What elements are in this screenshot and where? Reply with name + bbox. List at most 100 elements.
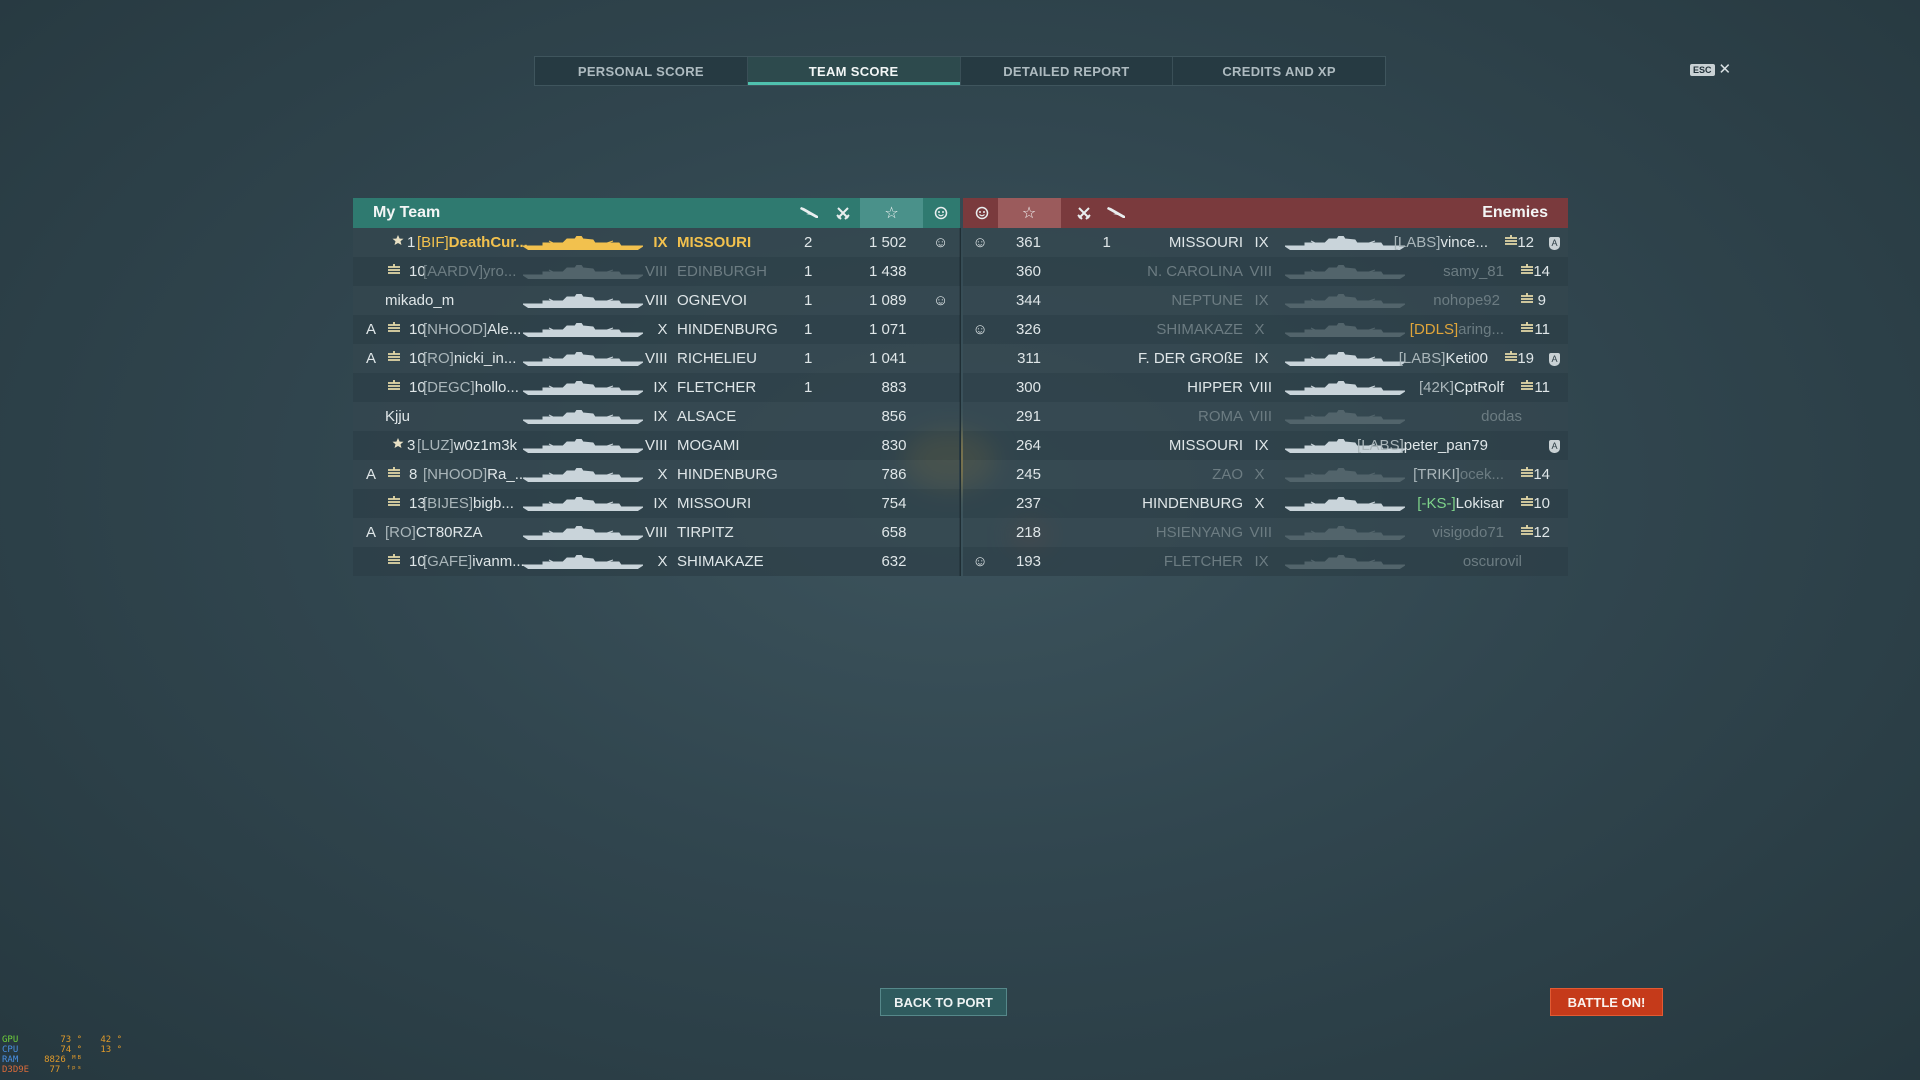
player-name-text: nicki_in... [453,350,517,367]
service-rank-icon [391,235,405,245]
tab-personal-score[interactable]: PERSONAL SCORE [535,57,748,85]
smiley-icon: ☺ [933,292,949,309]
score-value: 344 [1015,292,1041,309]
clan-tag: [AARDV] [423,263,484,280]
ship-name: HIPPER [1187,379,1243,396]
team-score-board: My Team ☆ ☆ Enemies 1 [BIF]DeathCur... IX M… [353,198,1568,576]
player-name: oscurovil [1463,547,1522,576]
player-name: [NHOOD]Ale... [423,315,521,344]
enemy-row[interactable]: ☺ 326 SHIMAKAZE X [DDLS]aring... 11 [962,315,1568,344]
ship-name: FLETCHER [1163,553,1243,570]
osd-line: D3D9E 77 ᶠᵖˢ [2,1065,122,1075]
smiley-icon[interactable] [928,198,954,228]
score-value: 1 089 [868,292,907,309]
osd-value: 8826 ᴹᴮ [44,1055,82,1065]
my-team-row[interactable]: 10 [GAFE]ivanm... X SHIMAKAZE 632 [353,547,960,576]
back-to-port-button[interactable]: BACK TO PORT [880,988,1007,1016]
score-star-icon[interactable]: ☆ [860,198,923,228]
ship-silhouette [1282,351,1407,367]
score-value: 300 [1015,379,1041,396]
close-icon: ✕ [1718,61,1732,78]
osd-value: 74 ° [60,1045,82,1055]
enemy-row[interactable]: 218 HSIENYANG VIII visigodo71 12 [962,518,1568,547]
my-team-row[interactable]: Kjju IX ALSACE 856 [353,402,960,431]
my-team-row[interactable]: 10 [AARDV]yro... VIII EDINBURGH 1 1 438 [353,257,960,286]
my-team-row[interactable]: A 10 [RO]nicki_in... VIII RICHELIEU 1 1 041 [353,344,960,373]
rank-badge-icon: A [1549,228,1560,257]
ship-silhouette [521,322,645,338]
tab-credits-and-xp[interactable]: CREDITS AND XP [1173,57,1385,85]
my-team-row[interactable]: A 8 [NHOOD]Ra_... X HINDENBURG 786 [353,460,960,489]
rank-badge-icon: A [1549,431,1560,460]
battle-on-button[interactable]: BATTLE ON! [1550,988,1663,1016]
score-value: 360 [1015,263,1041,280]
player-name-text: ivanm... [472,553,525,570]
ship-silhouette [521,467,645,483]
osd-line: RAM 8826 ᴹᴮ [2,1055,122,1065]
player-name-text: Lokisar [1455,495,1504,512]
score-rows: 1 [BIF]DeathCur... IX MISSOURI 2 1 502 ☺ ☺ 361 1 M… [353,228,1568,576]
ship-silhouette [1282,496,1407,512]
ship-name: MISSOURI [1168,234,1243,251]
score-value: 883 [881,379,907,396]
service-rank-icon [1504,351,1518,361]
my-team-row[interactable]: mikado_m VIII OGNEVOI 1 1 089 ☺ [353,286,960,315]
player-name: [AARDV]yro... [423,257,516,286]
ship-tier: VIII [644,350,668,367]
my-team-row[interactable]: A 10 [NHOOD]Ale... X HINDENBURG 1 1 071 [353,315,960,344]
ship-tier: VIII [1249,408,1273,425]
osd-line: GPU 73 ° 42 ° [2,1035,122,1045]
plane-icon[interactable] [1103,198,1129,228]
crossed-swords-icon[interactable] [830,198,856,228]
score-star-icon[interactable]: ☆ [997,198,1061,228]
ship-name: FLETCHER [677,379,757,396]
ship-silhouette [1282,525,1407,541]
my-team-row[interactable]: A [RO]CT80RZA VIII TIRPITZ 658 [353,518,960,547]
enemy-row[interactable]: 264 MISSOURI IX [LABS]peter_pan79 A [962,431,1568,460]
rank-badge-icon: A [366,350,377,367]
enemy-row[interactable]: 300 HIPPER VIII [42K]CptRolf 11 [962,373,1568,402]
ship-name: MOGAMI [677,437,740,454]
enemy-row[interactable]: 360 N. CAROLINA VIII samy_81 14 [962,257,1568,286]
ship-silhouette [521,554,645,570]
my-team-row[interactable]: 3 [LUZ]w0z1m3k VIII MOGAMI 830 [353,431,960,460]
kills-value: 1 [804,292,813,309]
ship-silhouette [1282,293,1407,309]
ship-silhouette [521,380,645,396]
player-name-text: bigb... [473,495,514,512]
enemy-row[interactable]: 344 NEPTUNE IX nohope92 9 [962,286,1568,315]
player-name-text: dodas [1481,408,1522,425]
enemy-row[interactable]: ☺ 193 FLETCHER IX oscurovil [962,547,1568,576]
score-value: 786 [881,466,907,483]
crossed-swords-icon[interactable] [1071,198,1097,228]
tab-team-score[interactable]: TEAM SCORE [747,57,961,85]
smiley-icon[interactable] [969,198,995,228]
close-button[interactable]: ESC ✕ [1690,61,1732,78]
player-name: [LABS]Keti00 [1399,344,1488,373]
enemy-row[interactable]: 291 ROMA VIII dodas [962,402,1568,431]
score-value: 218 [1015,524,1041,541]
my-team-row[interactable]: 13 [BIJES]bigb... IX MISSOURI 754 [353,489,960,518]
my-team-row[interactable]: 1 [BIF]DeathCur... IX MISSOURI 2 1 502 ☺ [353,228,960,257]
player-name: Kjju [385,402,410,431]
tab-bar: PERSONAL SCORE TEAM SCORE DETAILED REPOR… [534,56,1386,86]
tab-detailed-report[interactable]: DETAILED REPORT [961,57,1174,85]
enemy-row[interactable]: 237 HINDENBURG X [-KS-]Lokisar 10 [962,489,1568,518]
score-value: 1 071 [868,321,907,338]
enemy-row[interactable]: ☺ 361 1 MISSOURI IX [LABS]vince... 12 A [962,228,1568,257]
player-name: dodas [1481,402,1522,431]
rank-number: 12 [1533,524,1550,541]
rank-number: 1 [407,234,416,251]
player-name-text: nohope92 [1433,292,1500,309]
clan-tag: [LABS] [1357,437,1404,454]
enemy-row[interactable]: 245 ZAO X [TRIKI]ocek... 14 [962,460,1568,489]
ship-silhouette [1282,380,1407,396]
my-team-row[interactable]: 10 [DEGC]hollo... IX FLETCHER 1 883 [353,373,960,402]
enemy-row[interactable]: 311 F. DER GROßE IX [LABS]Keti00 19 A [962,344,1568,373]
osd-value: 73 ° [60,1035,82,1045]
player-name: [-KS-]Lokisar [1417,489,1504,518]
osd-value-2 [88,1065,122,1075]
ship-tier: IX [1254,553,1269,570]
plane-icon[interactable] [796,198,822,228]
service-rank-icon [387,467,401,477]
